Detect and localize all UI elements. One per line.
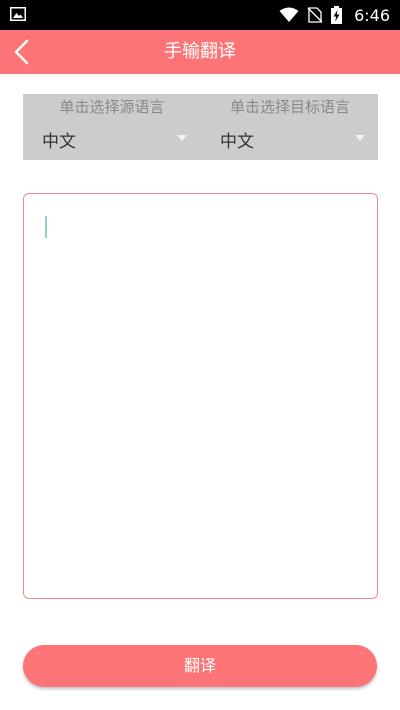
battery-charging-icon xyxy=(331,6,343,24)
source-language-column: 单击选择源语言 中文 xyxy=(23,94,201,160)
source-language-value: 中文 xyxy=(42,132,76,152)
dropdown-arrow-icon xyxy=(177,135,187,141)
status-time: 6:46 xyxy=(354,5,390,25)
target-language-dropdown[interactable]: 中文 xyxy=(201,122,379,156)
target-language-column: 单击选择目标语言 中文 xyxy=(201,94,379,160)
status-bar: 6:46 xyxy=(0,0,400,30)
no-sim-icon xyxy=(307,7,323,23)
target-language-hint: 单击选择目标语言 xyxy=(229,98,350,116)
text-cursor xyxy=(45,216,47,238)
status-icons: 6:46 xyxy=(279,0,390,30)
translate-button[interactable]: 翻译 xyxy=(23,645,377,687)
translation-input[interactable] xyxy=(23,193,378,599)
target-language-value: 中文 xyxy=(220,132,254,152)
dropdown-arrow-icon xyxy=(355,135,365,141)
wifi-icon xyxy=(279,7,299,22)
source-language-dropdown[interactable]: 中文 xyxy=(23,122,201,156)
language-selector-panel: 单击选择源语言 中文 单击选择目标语言 中文 xyxy=(23,94,378,160)
image-notification-icon xyxy=(10,7,26,21)
page-title: 手输翻译 xyxy=(164,41,236,62)
source-language-hint: 单击选择源语言 xyxy=(59,98,165,116)
app-bar: 手输翻译 xyxy=(0,30,400,74)
